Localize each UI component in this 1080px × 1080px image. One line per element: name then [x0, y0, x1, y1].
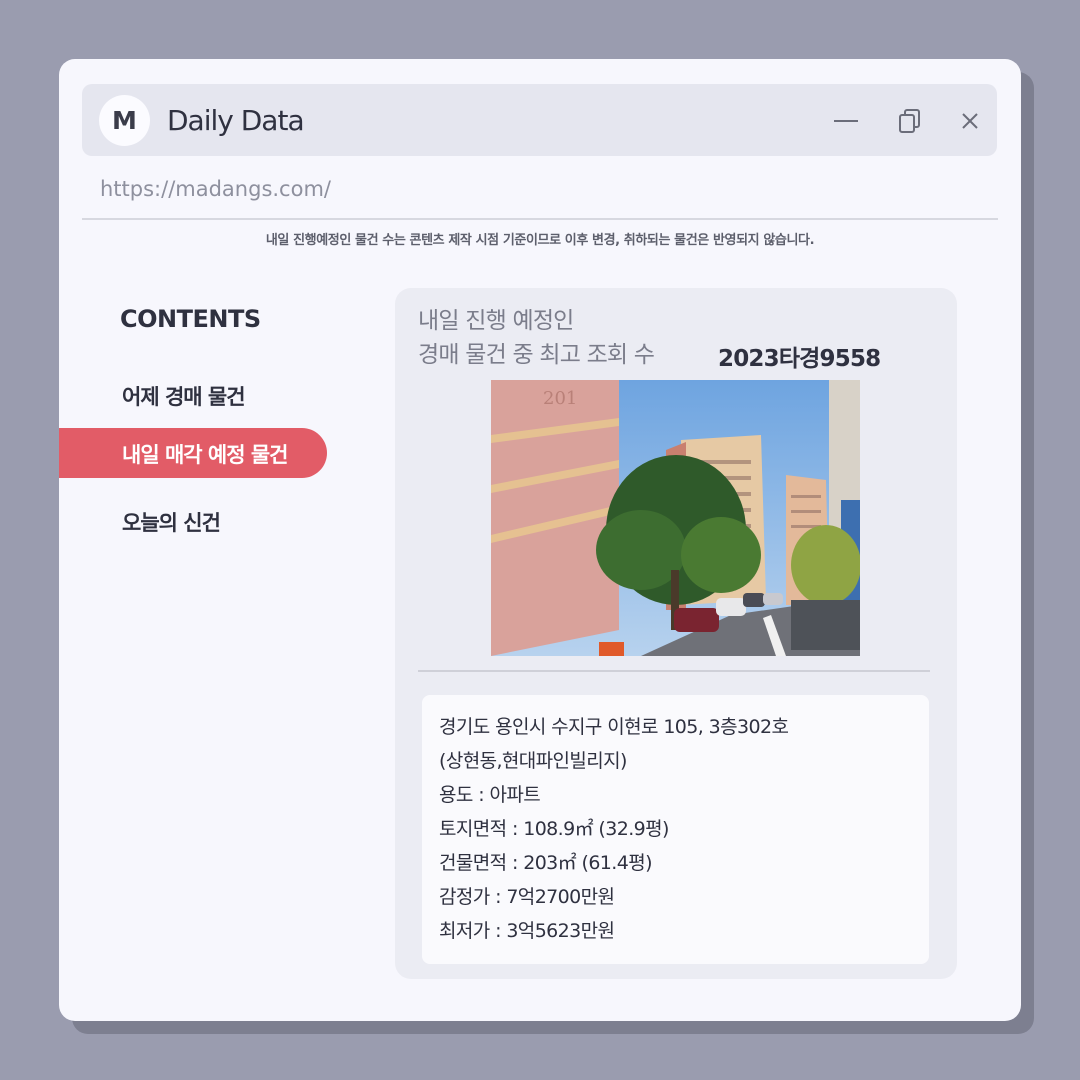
card-heading-line2: 경매 물건 중 최고 조회 수 — [418, 342, 655, 368]
card-heading-line1: 내일 진행 예정인 — [418, 308, 574, 334]
detail-usage: 용도 : 아파트 — [439, 784, 541, 806]
contents-title: CONTENTS — [120, 305, 261, 333]
property-details: 경기도 용인시 수지구 이현로 105, 3층302호 (상현동,현대파인빌리지… — [422, 695, 929, 964]
detail-address: 경기도 용인시 수지구 이현로 105, 3층302호 — [439, 716, 789, 738]
sidebar-item-today-new[interactable]: 오늘의 신건 — [122, 507, 221, 537]
app-logo: M — [99, 95, 150, 146]
title-bar: M Daily Data — [82, 84, 997, 156]
property-card: 내일 진행 예정인 경매 물건 중 최고 조회 수 2023타경9558 201… — [395, 288, 957, 979]
sidebar-item-tomorrow[interactable]: 내일 매각 예정 물건 — [59, 428, 327, 478]
app-title: Daily Data — [167, 104, 305, 137]
detail-minimum-price: 최저가 : 3억5623만원 — [439, 920, 615, 942]
case-number: 2023타경9558 — [718, 346, 881, 372]
card-divider — [418, 670, 930, 672]
detail-building-area: 건물면적 : 203㎡ (61.4평) — [439, 852, 653, 874]
minimize-icon[interactable] — [829, 104, 863, 138]
sidebar-item-label: 내일 매각 예정 물건 — [122, 443, 288, 467]
detail-address-sub: (상현동,현대파인빌리지) — [439, 750, 627, 772]
notice-text: 내일 진행예정인 물건 수는 콘텐츠 제작 시점 기준이므로 이후 변경, 취하… — [265, 233, 815, 248]
copy-icon[interactable] — [893, 104, 927, 138]
header-divider — [82, 218, 998, 220]
close-icon[interactable] — [953, 104, 987, 138]
detail-land-area: 토지면적 : 108.9㎡ (32.9평) — [439, 818, 669, 840]
url-text[interactable]: https://madangs.com/ — [100, 177, 331, 201]
svg-text:201: 201 — [543, 388, 577, 409]
sidebar-item-yesterday[interactable]: 어제 경매 물건 — [122, 381, 246, 411]
detail-appraisal: 감정가 : 7억2700만원 — [439, 886, 615, 908]
property-photo: 201 — [491, 380, 860, 656]
app-window: M Daily Data https://madangs.com/ 내일 진행예… — [59, 59, 1021, 1021]
card-heading: 내일 진행 예정인 경매 물건 중 최고 조회 수 — [418, 304, 655, 372]
